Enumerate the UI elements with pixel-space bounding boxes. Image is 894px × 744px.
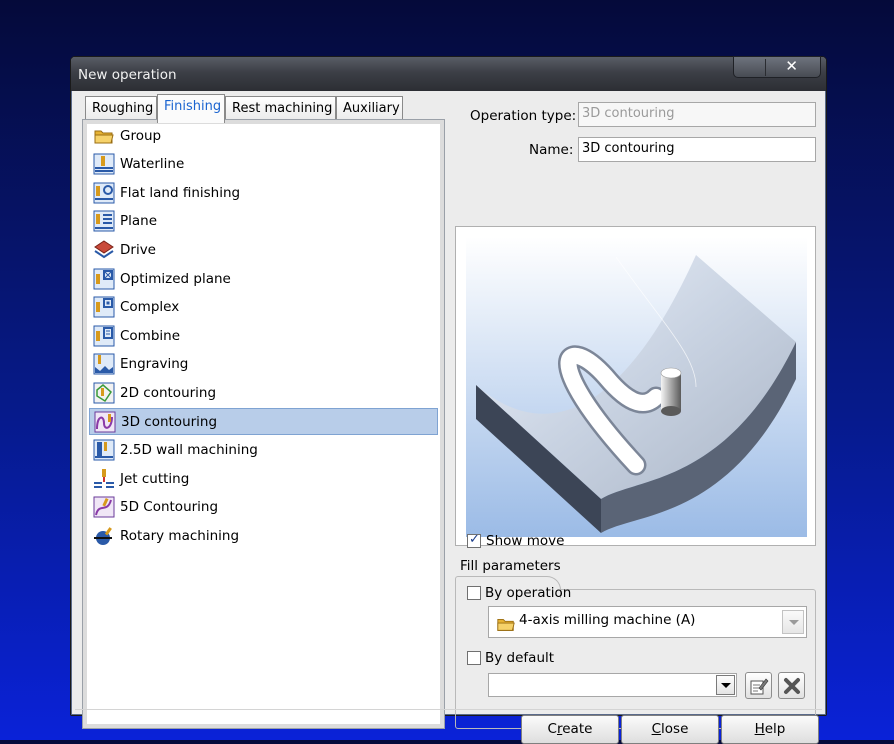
list-item-engraving[interactable]: Engraving <box>93 351 441 378</box>
list-item-optimized-plane[interactable]: Optimized plane <box>93 265 441 292</box>
tab-finishing[interactable]: Finishing <box>157 94 225 123</box>
dialog-client-area: Roughing Finishing Rest machining Auxili… <box>75 91 822 744</box>
window-close-button[interactable]: ✕ <box>733 56 821 78</box>
wall-machining-icon <box>93 439 115 461</box>
by-default-checkbox[interactable] <box>467 651 481 665</box>
drive-icon <box>93 239 115 261</box>
new-operation-dialog: New operation ✕ Roughing Finishing Rest … <box>70 56 827 744</box>
show-move-checkbox[interactable] <box>467 532 481 548</box>
list-item-rotary-machining[interactable]: Rotary machining <box>93 522 441 549</box>
2d-contouring-icon <box>93 382 115 404</box>
name-input[interactable]: 3D contouring <box>578 137 816 162</box>
fill-parameters-title: Fill parameters <box>460 558 561 574</box>
engraving-icon <box>93 353 115 375</box>
by-default-select[interactable] <box>488 673 737 697</box>
title-bar[interactable]: New operation ✕ <box>71 56 826 91</box>
combine-icon <box>93 325 115 347</box>
show-move-label: Show move <box>486 533 565 549</box>
list-item-group[interactable]: Group <box>93 122 441 149</box>
by-operation-checkbox[interactable] <box>467 586 481 600</box>
list-item-jet-cutting[interactable]: Jet cutting <box>93 465 441 492</box>
flat-land-icon <box>93 182 115 204</box>
list-item-waterline[interactable]: Waterline <box>93 151 441 178</box>
chevron-down-icon[interactable] <box>716 675 735 695</box>
edit-default-button[interactable] <box>745 672 772 699</box>
by-operation-select[interactable]: 4-axis milling machine (A) <box>488 606 807 638</box>
5d-contouring-icon <box>93 496 115 518</box>
list-item-flat-land-finishing[interactable]: Flat land finishing <box>93 179 441 206</box>
delete-icon <box>784 678 800 694</box>
3d-contouring-icon <box>94 411 116 433</box>
edit-icon <box>750 678 769 695</box>
operation-type-field: 3D contouring <box>578 102 816 127</box>
folder-icon <box>495 614 517 634</box>
tab-roughing[interactable]: Roughing <box>85 96 157 121</box>
list-item-2d-contouring[interactable]: 2D contouring <box>93 379 441 406</box>
folder-icon <box>93 125 115 147</box>
rotary-machining-icon <box>93 525 115 547</box>
jet-cutting-icon <box>93 468 115 490</box>
by-operation-value: 4-axis milling machine (A) <box>519 612 696 628</box>
by-operation-label: By operation <box>485 585 572 601</box>
complex-icon <box>93 296 115 318</box>
list-item-plane[interactable]: Plane <box>93 208 441 235</box>
delete-default-button[interactable] <box>778 672 805 699</box>
optimized-plane-icon <box>93 268 115 290</box>
name-label: Name: <box>529 142 574 158</box>
window-title: New operation <box>78 67 177 83</box>
list-item-complex[interactable]: Complex <box>93 294 441 321</box>
list-item-5d-contouring[interactable]: 5D Contouring <box>93 494 441 521</box>
3d-contouring-preview-image <box>466 237 807 537</box>
by-default-label: By default <box>485 650 555 666</box>
list-item-2-5d-wall-machining[interactable]: 2.5D wall machining <box>93 437 441 464</box>
list-item-combine[interactable]: Combine <box>93 322 441 349</box>
list-item-drive[interactable]: Drive <box>93 236 441 263</box>
operation-preview <box>455 226 816 546</box>
tab-rest-machining[interactable]: Rest machining <box>225 96 336 121</box>
plane-icon <box>93 210 115 232</box>
operation-type-label: Operation type: <box>470 108 577 124</box>
tab-auxiliary[interactable]: Auxiliary <box>336 96 403 121</box>
chevron-down-icon[interactable] <box>782 610 804 634</box>
list-item-3d-contouring[interactable]: 3D contouring <box>89 408 438 435</box>
waterline-icon <box>93 153 115 175</box>
close-icon: ✕ <box>785 57 798 75</box>
operation-list[interactable]: Group Waterline Flat land finishing Plan… <box>82 119 445 729</box>
